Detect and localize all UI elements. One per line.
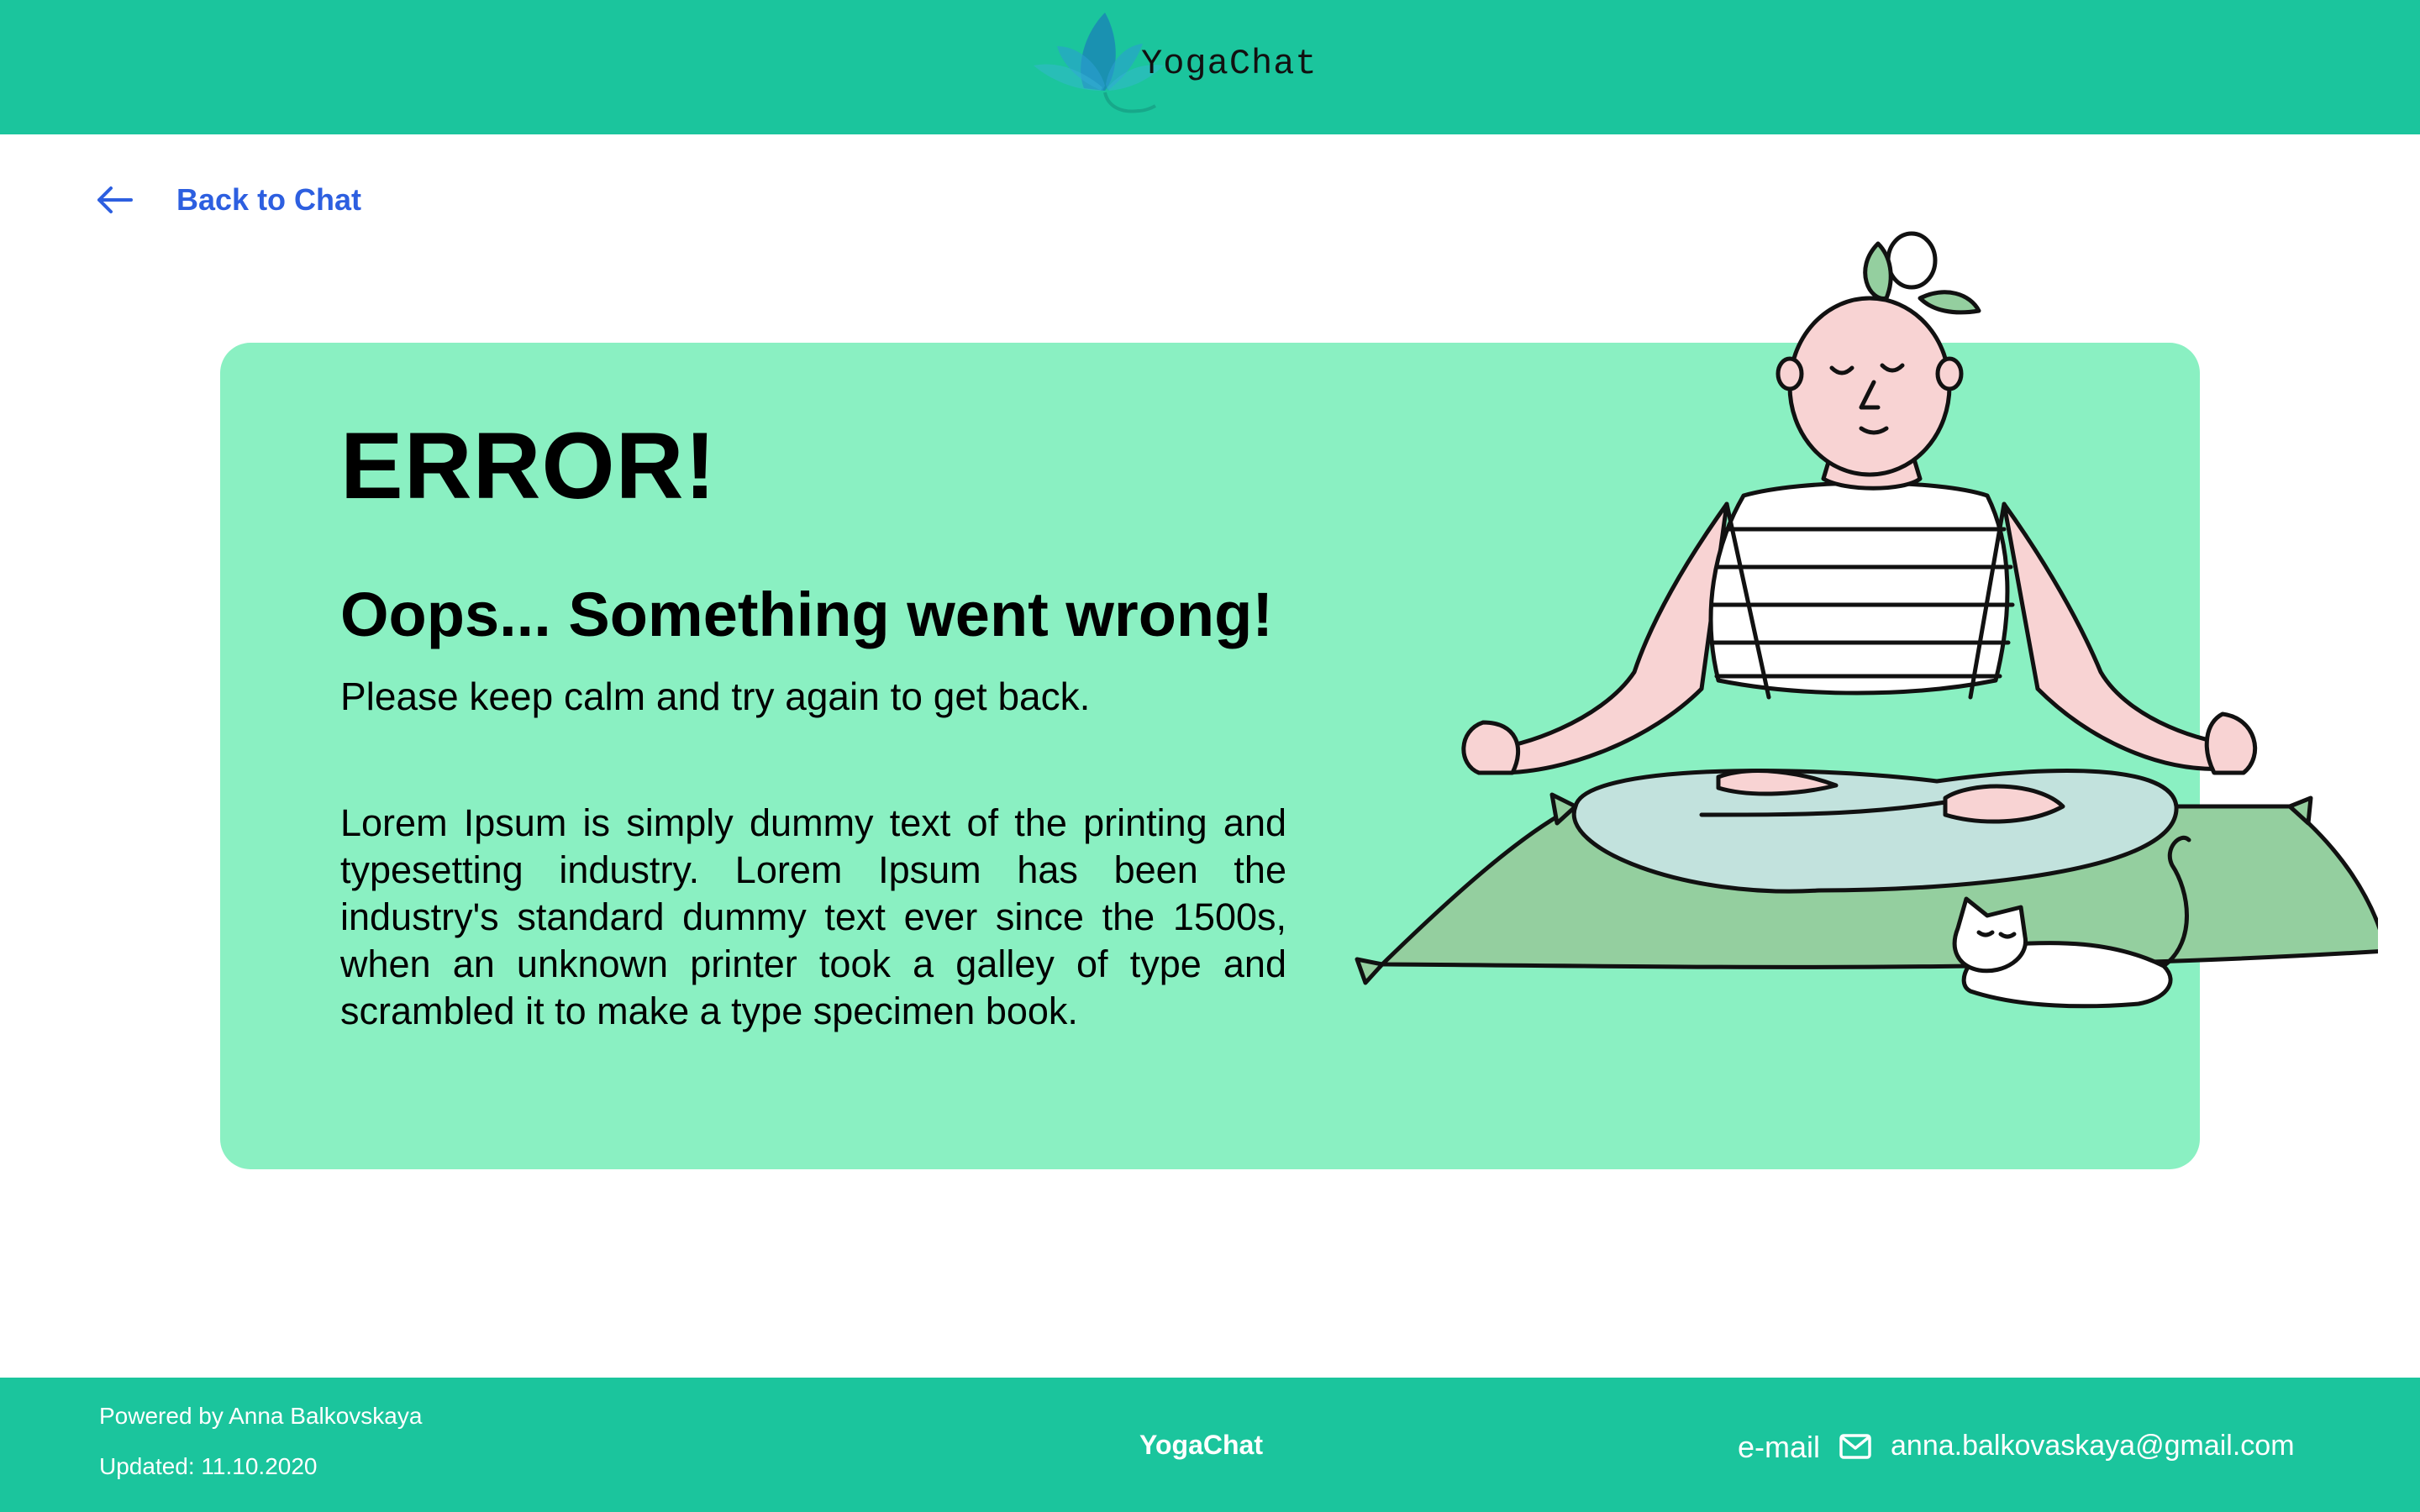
error-subtitle: Oops... Something went wrong! xyxy=(340,580,1273,649)
header-bar: YogaChat xyxy=(0,0,2420,134)
footer-brand: YogaChat xyxy=(1139,1430,1263,1460)
arrow-left-icon xyxy=(97,186,133,213)
back-to-chat-label: Back to Chat xyxy=(176,182,362,217)
mail-icon xyxy=(1839,1434,1871,1459)
error-body-text: Lorem Ipsum is simply dummy text of the … xyxy=(340,801,1286,1032)
error-note: Please keep calm and try again to get ba… xyxy=(340,675,1091,718)
email-link[interactable]: anna.balkovaskaya@gmail.com xyxy=(1891,1430,2295,1462)
meditation-illustration xyxy=(1355,231,2378,1009)
logo[interactable]: YogaChat xyxy=(1025,0,1328,134)
error-title: ERROR! xyxy=(340,413,717,518)
updated-date-text: Updated: 11.10.2020 xyxy=(99,1453,318,1479)
brand-name: YogaChat xyxy=(1141,44,1318,84)
powered-by-text: Powered by Anna Balkovskaya xyxy=(99,1403,423,1429)
back-to-chat-link[interactable]: Back to Chat xyxy=(94,176,361,223)
email-label: e-mail xyxy=(1738,1430,1821,1464)
footer-bar: Powered by Anna Balkovskaya Updated: 11.… xyxy=(0,1378,2420,1512)
